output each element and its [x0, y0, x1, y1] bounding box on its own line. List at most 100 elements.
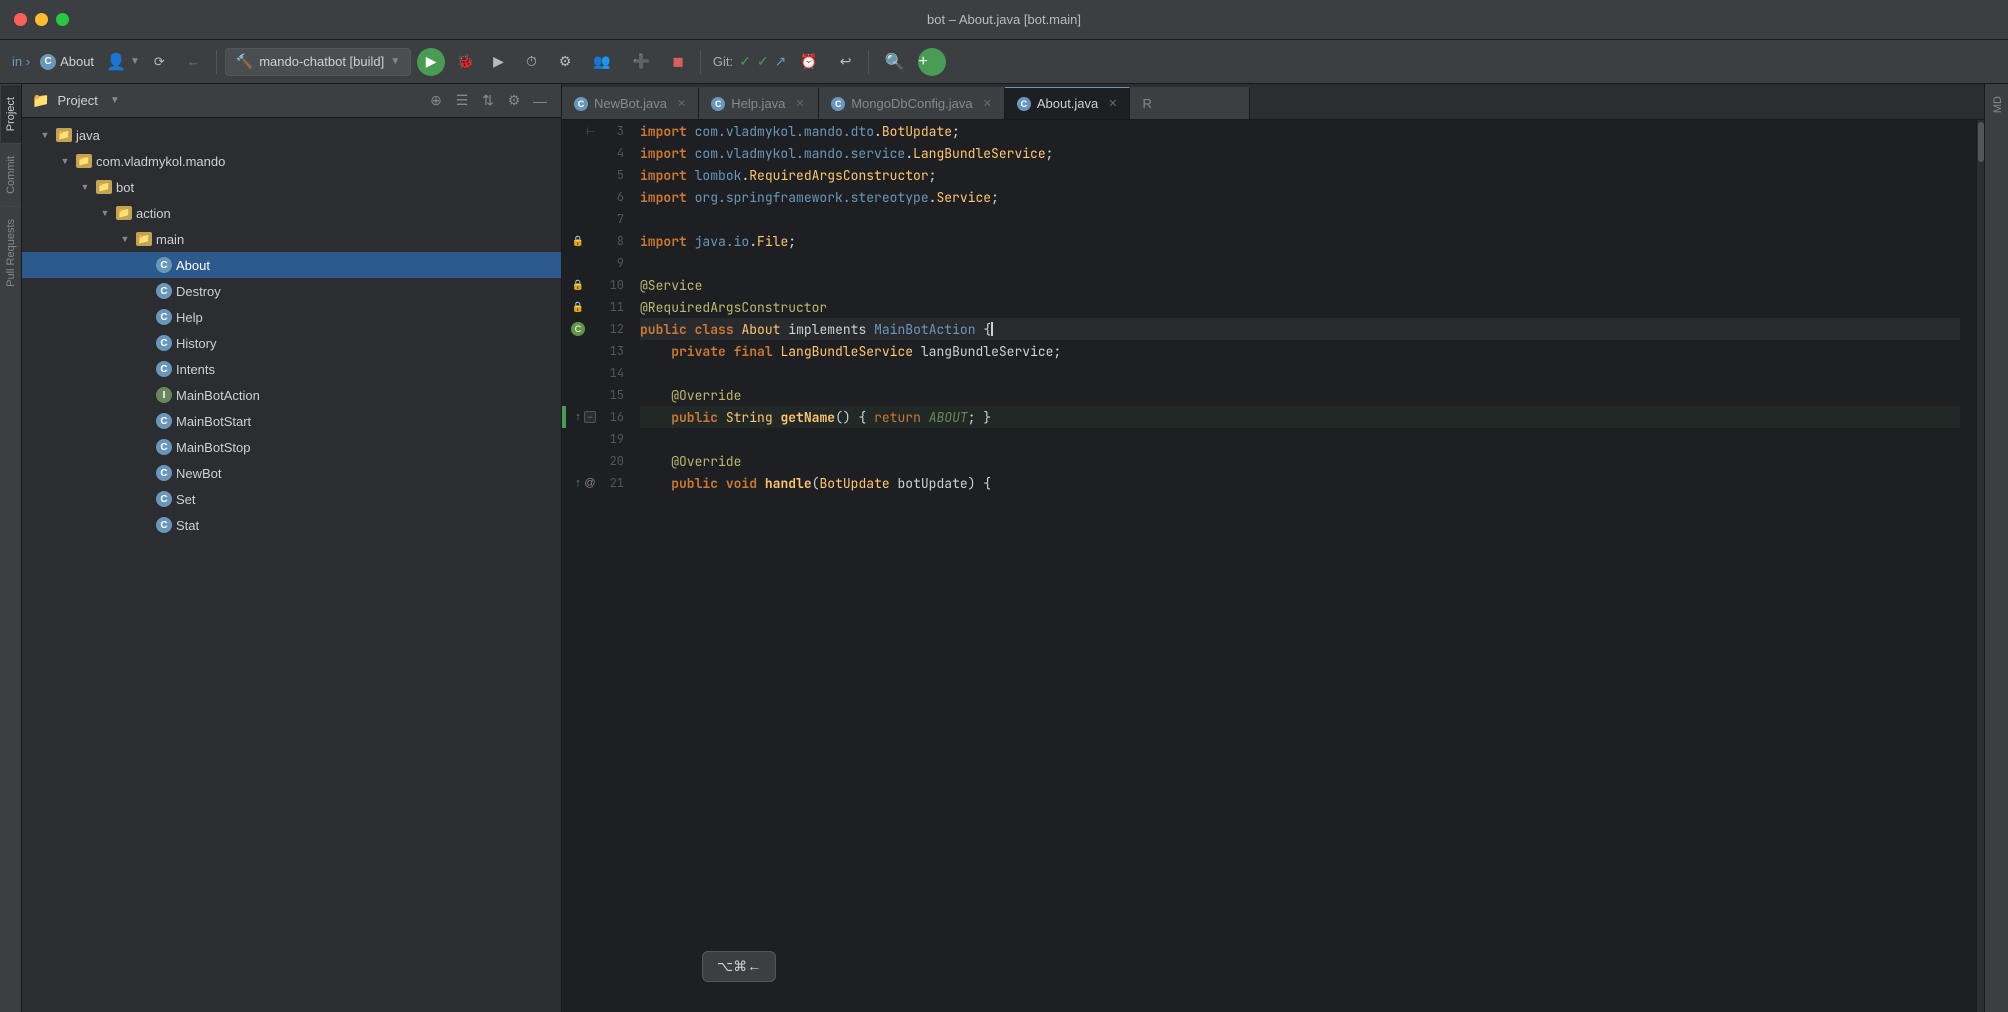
tree-item-main[interactable]: ▼ 📁 main	[22, 226, 561, 252]
gutter-row-7: 7	[562, 208, 624, 230]
class-icon-intents: C	[156, 361, 172, 377]
locate-in-tree-btn[interactable]: ⊕	[425, 90, 447, 112]
tree-item-mando[interactable]: ▼ 📁 com.vladmykol.mando	[22, 148, 561, 174]
tab-about[interactable]: C About.java ✕	[1005, 87, 1131, 119]
git-history-button[interactable]: ⏰	[792, 48, 825, 76]
profile-button[interactable]: ⏱	[518, 48, 545, 76]
gutter-row-20: 20	[562, 450, 624, 472]
class-breadcrumb[interactable]: C About	[40, 54, 94, 70]
search-button[interactable]: 🔍	[877, 48, 913, 76]
user-icon: 👤	[106, 52, 126, 72]
project-tree: ▼ 📁 java ▼ 📁 com.vladmykol.mando ▼ 📁 bot…	[22, 118, 561, 1012]
tab-close-newbot[interactable]: ✕	[677, 97, 686, 110]
line-num-12: 12	[594, 318, 624, 340]
tree-item-about[interactable]: C About	[22, 252, 561, 278]
tab-icon-about: C	[1017, 97, 1031, 111]
tree-label-main: main	[156, 232, 184, 247]
gutter-row-8: 🔒 8	[562, 230, 624, 252]
tab-label-r: R	[1142, 96, 1151, 111]
tab-newbot[interactable]: C NewBot.java ✕	[562, 87, 699, 119]
collapse-all-btn[interactable]: ☰	[451, 90, 473, 112]
user-icon-group[interactable]: 👤 ▼	[106, 52, 140, 72]
tree-item-newbot[interactable]: C NewBot	[22, 460, 561, 486]
tree-item-destroy[interactable]: C Destroy	[22, 278, 561, 304]
line-num-20: 20	[594, 450, 624, 472]
git-undo-button[interactable]: ↩	[832, 48, 860, 76]
tab-close-mongodbconfig[interactable]: ✕	[983, 97, 992, 110]
line-num-19: 19	[594, 428, 624, 450]
run-button[interactable]: ▶	[417, 48, 445, 76]
window-title: bot – About.java [bot.main]	[927, 12, 1081, 27]
tab-close-help[interactable]: ✕	[795, 97, 804, 110]
tooltip-text: ⌥⌘←	[717, 958, 761, 975]
code-line-13: private final LangBundleService langBund…	[640, 340, 1960, 362]
close-button[interactable]	[14, 13, 27, 26]
gutter-row-3: ⊢ 3	[562, 120, 624, 142]
tree-label-set: Set	[176, 492, 196, 507]
code-line-20: @Override	[640, 450, 1960, 472]
tree-item-mainbotstart[interactable]: C MainBotStart	[22, 408, 561, 434]
tree-item-action[interactable]: ▼ 📁 action	[22, 200, 561, 226]
tab-r[interactable]: R	[1130, 87, 1250, 119]
scrollbar[interactable]	[1976, 120, 1984, 1012]
tab-close-about[interactable]: ✕	[1108, 97, 1117, 110]
window-controls[interactable]	[14, 13, 69, 26]
gutter-row-9: 9	[562, 252, 624, 274]
stop-button[interactable]: ◼	[664, 48, 692, 76]
code-editor[interactable]: ⊢ 3 4 5	[562, 120, 1984, 1012]
code-line-14	[640, 362, 1960, 384]
build-selector[interactable]: 🔨 mando-chatbot [build] ▼	[225, 48, 411, 76]
debug-button[interactable]: 🐞	[451, 48, 479, 76]
code-line-6: import org.springframework.stereotype.Se…	[640, 186, 1960, 208]
breadcrumb-class: About	[60, 54, 94, 69]
add-button[interactable]: +	[918, 48, 946, 76]
git-label: Git:	[713, 54, 733, 69]
tree-item-set[interactable]: C Set	[22, 486, 561, 512]
settings-btn[interactable]: ⚙	[503, 90, 525, 112]
tab-help[interactable]: C Help.java ✕	[699, 87, 819, 119]
dropdown-arrow: ▼	[110, 95, 120, 106]
separator-1	[216, 50, 217, 74]
tree-item-mainbotstop[interactable]: C MainBotStop	[22, 434, 561, 460]
line-num-4: 4	[594, 142, 624, 164]
tree-item-intents[interactable]: C Intents	[22, 356, 561, 382]
gutter-icon-11: 🔒	[570, 302, 586, 313]
left-tab-pull-requests[interactable]: Pull Requests	[1, 206, 21, 299]
gutter-row-6: 6	[562, 186, 624, 208]
right-tab-md[interactable]: MD	[1985, 84, 2008, 125]
tab-mongodbconfig[interactable]: C MongoDbConfig.java ✕	[819, 87, 1005, 119]
coverage-button[interactable]: ▶	[485, 48, 512, 76]
maximize-button[interactable]	[56, 13, 69, 26]
code-line-9	[640, 252, 1960, 274]
folder-icon-action: 📁	[116, 206, 132, 220]
tree-expand-bot: ▼	[78, 180, 92, 194]
tree-item-mainbotaction[interactable]: I MainBotAction	[22, 382, 561, 408]
class-icon-newbot: C	[156, 465, 172, 481]
nav-breadcrumb[interactable]: in ›	[8, 50, 34, 73]
tab-label-about: About.java	[1037, 96, 1098, 111]
interface-icon-mainbotaction: I	[156, 387, 172, 403]
left-tab-commit[interactable]: Commit	[1, 143, 21, 206]
line-num-16: 16	[594, 406, 624, 428]
gutter-row-16: ↑ − 16	[562, 406, 624, 428]
expand-all-btn[interactable]: ⇅	[477, 90, 499, 112]
back-button[interactable]: ←	[179, 48, 208, 76]
tree-expand-java: ▼	[38, 128, 52, 142]
tree-item-bot[interactable]: ▼ 📁 bot	[22, 174, 561, 200]
fold-16[interactable]: −	[586, 411, 594, 423]
minimize-button[interactable]	[35, 13, 48, 26]
line-num-7: 7	[594, 208, 624, 230]
close-panel-btn[interactable]: —	[529, 90, 551, 112]
add-action[interactable]: ➕	[625, 48, 658, 76]
tree-item-stat[interactable]: C Stat	[22, 512, 561, 538]
left-tab-project[interactable]: Project	[1, 84, 21, 143]
code-content[interactable]: import com.vladmykol.mando.dto.BotUpdate…	[624, 120, 1976, 1012]
tree-label-newbot: NewBot	[176, 466, 222, 481]
gutter-row-13: 13	[562, 340, 624, 362]
tree-item-history[interactable]: C History	[22, 330, 561, 356]
more-actions[interactable]: 👥	[585, 48, 618, 76]
tree-item-help[interactable]: C Help	[22, 304, 561, 330]
tree-item-java[interactable]: ▼ 📁 java	[22, 122, 561, 148]
run-options[interactable]: ⚙	[551, 48, 580, 76]
sync-button[interactable]: ⟳	[146, 48, 173, 76]
